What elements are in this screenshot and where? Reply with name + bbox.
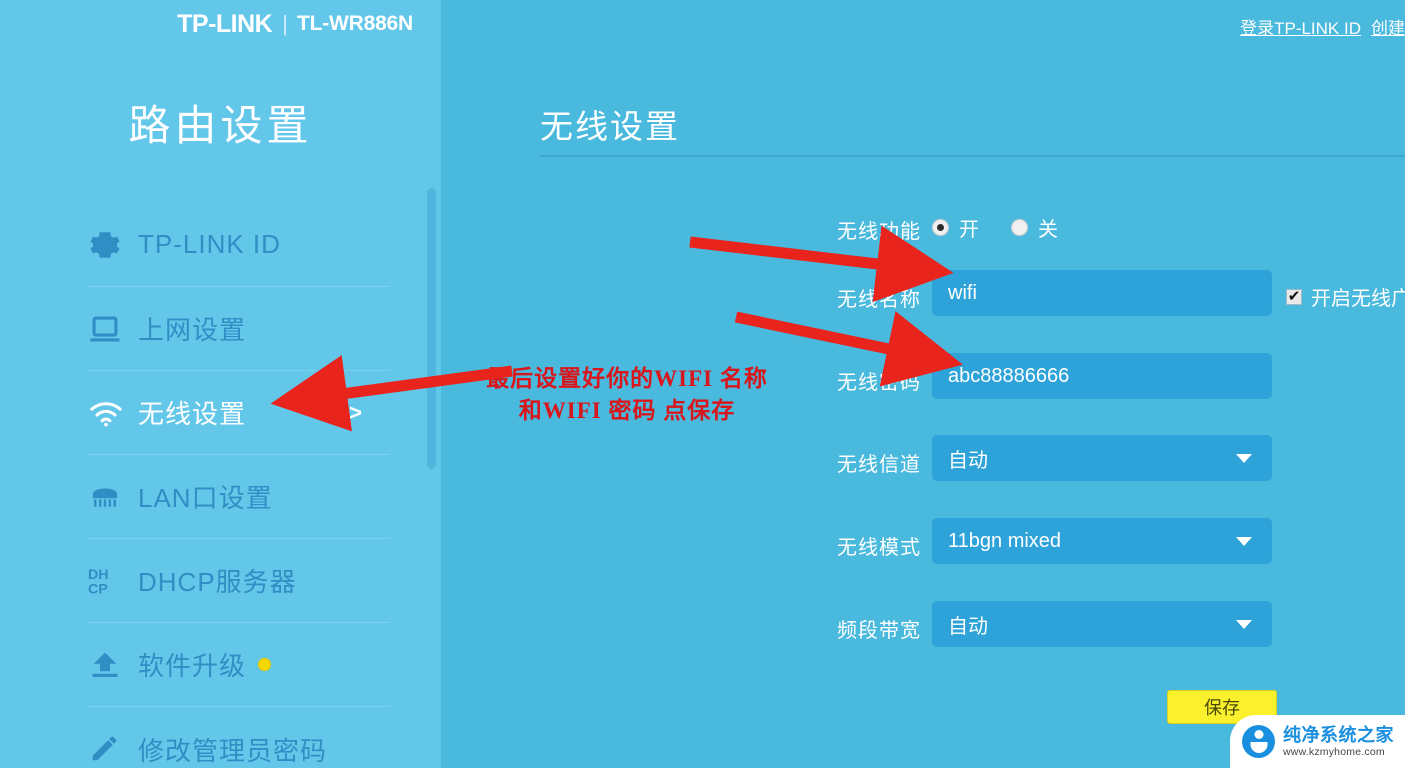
- broadcast-checkbox[interactable]: ✔: [1286, 288, 1302, 305]
- watermark-logo-icon: [1242, 725, 1275, 758]
- watermark-name: 纯净系统之家: [1283, 724, 1394, 745]
- annotation-line-1: 最后设置好你的WIFI 名称: [486, 366, 768, 391]
- sidebar-item-lan-settings[interactable]: LAN口设置: [88, 455, 390, 539]
- channel-select[interactable]: 自动: [932, 435, 1272, 481]
- sidebar-title: 路由设置: [128, 102, 313, 149]
- create-account-link[interactable]: 创建: [1371, 14, 1405, 39]
- sidebar: TP-LINK | TL-WR886N 路由设置 TP-LINK ID 上网设置…: [0, 0, 441, 768]
- router-model: TL-WR886N: [296, 12, 413, 35]
- bandwidth-label: 频段带宽: [837, 620, 921, 642]
- sidebar-item-label: 修改管理员密码: [138, 735, 328, 766]
- sidebar-scrollbar[interactable]: [427, 188, 436, 469]
- login-tplink-id-link[interactable]: 登录TP-LINK ID: [1240, 14, 1361, 39]
- sidebar-item-tplink-id[interactable]: TP-LINK ID: [88, 203, 390, 287]
- router-admin-page: TP-LINK | TL-WR886N 路由设置 TP-LINK ID 上网设置…: [0, 0, 1405, 768]
- chevron-down-icon: [1236, 619, 1252, 629]
- radio-on[interactable]: [932, 219, 949, 236]
- ssid-label: 无线名称: [837, 289, 921, 311]
- radio-off[interactable]: [1011, 219, 1028, 236]
- mode-select[interactable]: 11bgn mixed: [932, 518, 1272, 564]
- wifi-icon: [88, 398, 138, 428]
- annotation-text: 最后设置好你的WIFI 名称 和WIFI 密码 点保存: [452, 363, 802, 427]
- bandwidth-value: 自动: [948, 615, 988, 638]
- sidebar-item-label: LAN口设置: [138, 483, 273, 513]
- sidebar-item-label: DHCP服务器: [138, 567, 297, 597]
- tplink-wordmark: TP-LINK: [177, 9, 273, 38]
- header-links: 登录TP-LINK ID 创建: [1240, 14, 1405, 39]
- dhcp-icon: DH CP: [88, 564, 138, 598]
- update-badge-icon: [258, 658, 272, 671]
- sidebar-item-change-admin-password[interactable]: 修改管理员密码: [88, 707, 390, 768]
- chevron-down-icon: [1236, 453, 1252, 463]
- sidebar-item-dhcp-server[interactable]: DH CP DHCP服务器: [88, 539, 390, 623]
- watermark: 纯净系统之家 www.kzmyhome.com: [1230, 715, 1405, 768]
- pencil-icon: [88, 734, 138, 764]
- sidebar-item-wireless-settings[interactable]: 无线设置 >: [88, 371, 390, 455]
- monitor-icon: [88, 314, 138, 344]
- bandwidth-select[interactable]: 自动: [932, 601, 1272, 647]
- channel-label: 无线信道: [837, 454, 921, 476]
- wireless-function-radio-group: 开 关: [932, 213, 1080, 242]
- password-input[interactable]: abc88886666: [932, 353, 1272, 399]
- sidebar-item-label: 上网设置: [138, 315, 247, 345]
- title-divider: [540, 155, 1405, 157]
- mode-label: 无线模式: [837, 537, 921, 559]
- ssid-input[interactable]: wifi: [932, 270, 1272, 316]
- chevron-right-icon: >: [349, 399, 362, 425]
- sidebar-nav: TP-LINK ID 上网设置 无线设置 > LAN口设置 DH CP DHCP…: [88, 203, 390, 768]
- broadcast-checkbox-group[interactable]: ✔ 开启无线广: [1286, 282, 1405, 311]
- gear-icon: [88, 228, 138, 262]
- sidebar-item-software-upgrade[interactable]: 软件升级: [88, 623, 390, 707]
- annotation-line-2: 和WIFI 密码 点保存: [518, 398, 736, 423]
- page-title: 无线设置: [540, 108, 680, 145]
- upload-icon: [88, 650, 138, 680]
- chevron-down-icon: [1236, 536, 1252, 546]
- radio-on-label: 开: [959, 219, 979, 241]
- sidebar-item-label: 无线设置: [138, 399, 247, 429]
- wireless-function-label: 无线功能: [837, 221, 921, 243]
- svg-text:CP: CP: [88, 581, 108, 597]
- sidebar-item-label: TP-LINK ID: [138, 229, 281, 259]
- sidebar-item-internet-settings[interactable]: 上网设置: [88, 287, 390, 371]
- brand-logo: TP-LINK | TL-WR886N: [0, 6, 441, 42]
- radio-off-label: 关: [1038, 219, 1058, 241]
- watermark-text: 纯净系统之家 www.kzmyhome.com: [1283, 726, 1394, 758]
- watermark-url: www.kzmyhome.com: [1283, 745, 1385, 758]
- channel-value: 自动: [948, 449, 988, 472]
- mode-value: 11bgn mixed: [948, 529, 1062, 552]
- lan-port-icon: [88, 484, 138, 510]
- sidebar-item-label: 软件升级: [138, 651, 247, 681]
- logo-divider: |: [282, 11, 288, 36]
- broadcast-label: 开启无线广: [1311, 288, 1405, 310]
